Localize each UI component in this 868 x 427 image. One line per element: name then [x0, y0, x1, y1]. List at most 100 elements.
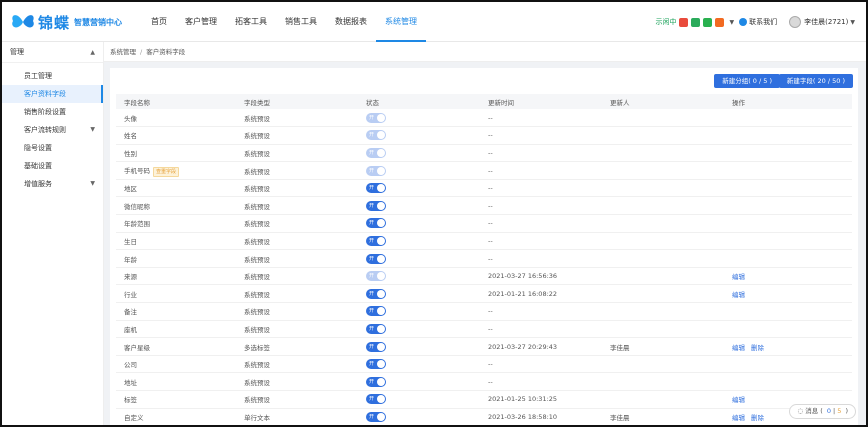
status-toggle[interactable]: 开 [366, 341, 386, 352]
updated-time: 2021-01-25 10:31:25 [480, 390, 602, 409]
updated-by [602, 109, 724, 128]
delete-link[interactable]: 删除 [751, 344, 764, 352]
sidebar-item-hidden-number[interactable]: 隐号设置 [2, 139, 103, 157]
field-name-cell: 微信昵称 [116, 196, 236, 216]
status-toggle[interactable]: 开 [366, 218, 386, 229]
status-toggle[interactable]: 开 [366, 235, 386, 246]
updated-time: -- [480, 109, 602, 128]
actions-cell [724, 214, 852, 233]
shop-icon[interactable] [703, 17, 713, 27]
toggle-knob [377, 254, 385, 263]
updated-time: -- [480, 249, 602, 268]
table-row: 标签 系统预设 开 2021-01-25 10:31:25 编辑 [116, 390, 852, 409]
nav-customers[interactable]: 客户管理 [176, 2, 226, 42]
edit-link[interactable]: 编辑 [732, 414, 745, 422]
updated-by [602, 179, 724, 198]
nav-sales-tools[interactable]: 销售工具 [276, 2, 326, 42]
sidebar-group-manage[interactable]: 管理 ▲ [2, 42, 103, 63]
status-toggle[interactable]: 开 [366, 411, 386, 422]
status-cell: 开 [358, 214, 480, 233]
status-toggle[interactable]: 开 [366, 200, 386, 211]
table-row: 年龄范围 系统预设 开 -- [116, 214, 852, 233]
table-row: 手机号码 查重字段 系统预设开 -- [116, 161, 852, 180]
breadcrumb-separator: / [140, 48, 143, 56]
column-header: 操作 [724, 94, 852, 109]
new-field-button[interactable]: 新建字段( 20 / 50 ) [778, 74, 853, 88]
sidebar-item-transfer-rules[interactable]: 客户流转规则 ▼ [2, 121, 103, 139]
status-toggle[interactable]: 开 [366, 323, 386, 334]
user-name[interactable]: 李佳晨(2721) [804, 17, 848, 27]
toggle-label: 开 [369, 396, 375, 403]
nav-home[interactable]: 首页 [142, 2, 176, 42]
toggle-knob [377, 148, 385, 157]
status-toggle[interactable]: 开 [366, 306, 386, 317]
updated-by [602, 196, 724, 216]
sidebar-item-customer-fields[interactable]: 客户资料字段 [2, 85, 103, 103]
field-name-cell: 生日 [116, 232, 236, 251]
actions-cell [724, 144, 852, 163]
status-toggle[interactable]: 开 [366, 183, 386, 194]
sidebar-item-basic-settings[interactable]: 基础设置 [2, 157, 103, 175]
table-row: 自定义 单行文本 开 2021-03-26 18:58:10 李佳晨 编辑 删除 [116, 408, 852, 425]
sidebar-item-staff[interactable]: 员工管理 [2, 67, 103, 85]
nav-system[interactable]: 系统管理 [376, 2, 426, 42]
new-group-button[interactable]: 新建分组( 0 / 5 ) [714, 74, 780, 88]
caret-down-icon: ▼ [90, 180, 95, 187]
status-toggle[interactable]: 开 [366, 253, 386, 264]
table-row: 备注 系统预设 开 -- [116, 302, 852, 321]
field-type: 系统预设 [236, 161, 358, 180]
status-toggle: 开 [366, 165, 386, 176]
status-toggle[interactable]: 开 [366, 394, 386, 405]
status-toggle: 开 [366, 271, 386, 282]
actions-cell: 编辑 [724, 267, 852, 286]
delete-link[interactable]: 删除 [751, 414, 764, 422]
field-name: 头像 [124, 114, 137, 123]
sidebar-item-value-added[interactable]: 增值服务 ▼ [2, 175, 103, 193]
message-count: 0 [826, 407, 832, 415]
status-cell: 开 [358, 179, 480, 198]
edit-link[interactable]: 编辑 [732, 344, 745, 352]
caret-down-icon[interactable]: ▼ [729, 19, 734, 26]
shop-icon[interactable] [691, 17, 701, 27]
status-cell: 开 [358, 408, 480, 425]
field-name: 自定义 [124, 413, 144, 422]
sidebar-item-sales-stage[interactable]: 销售阶段设置 [2, 103, 103, 121]
updated-by [602, 214, 724, 233]
caret-down-icon[interactable]: ▼ [850, 19, 855, 26]
field-type: 系统预设 [236, 302, 358, 321]
breadcrumb-system[interactable]: 系统管理 [110, 48, 136, 56]
toggle-label: 开 [369, 361, 375, 368]
status-toggle[interactable]: 开 [366, 359, 386, 370]
edit-link[interactable]: 编辑 [732, 396, 745, 404]
breadcrumb-current: 客户资料字段 [146, 48, 186, 56]
column-header: 更新时间 [480, 94, 602, 109]
updated-time: 2021-03-26 18:58:10 [480, 408, 602, 425]
shop-icon[interactable] [679, 17, 689, 27]
nav-reports[interactable]: 数据报表 [326, 2, 376, 42]
table-row: 客户星级 多选标签 开 2021-03-27 20:29:43 李佳晨 编辑 删除 [116, 337, 852, 356]
contact-us-link[interactable]: 联系我们 [749, 17, 777, 27]
field-name-cell: 自定义 [116, 408, 236, 425]
contact-icon[interactable] [739, 18, 748, 26]
shop-icon[interactable] [715, 17, 725, 27]
actions-cell [724, 320, 852, 339]
logo[interactable]: 锦蝶 智慧营销中心 [10, 11, 122, 33]
main-nav: 首页 客户管理 拓客工具 销售工具 数据报表 系统管理 [142, 2, 426, 42]
toggle-knob [377, 219, 385, 228]
edit-link[interactable]: 编辑 [732, 291, 745, 299]
field-name: 标签 [124, 396, 137, 405]
toggle-knob [377, 412, 385, 421]
avatar-icon[interactable] [789, 16, 802, 28]
field-name: 姓名 [124, 132, 137, 141]
status-toggle[interactable]: 开 [366, 376, 386, 387]
toggle-knob [377, 324, 385, 333]
updated-time: -- [480, 302, 602, 321]
actions-cell [724, 179, 852, 198]
status-toggle[interactable]: 开 [366, 288, 386, 299]
edit-link[interactable]: 编辑 [732, 273, 745, 281]
field-name-cell: 来源 [116, 267, 236, 286]
updated-time: -- [480, 372, 602, 391]
toggle-knob [377, 131, 385, 140]
message-button[interactable]: ◌ 消息 ( 0 | 5 ) [789, 404, 856, 419]
nav-prospecting[interactable]: 拓客工具 [226, 2, 276, 42]
